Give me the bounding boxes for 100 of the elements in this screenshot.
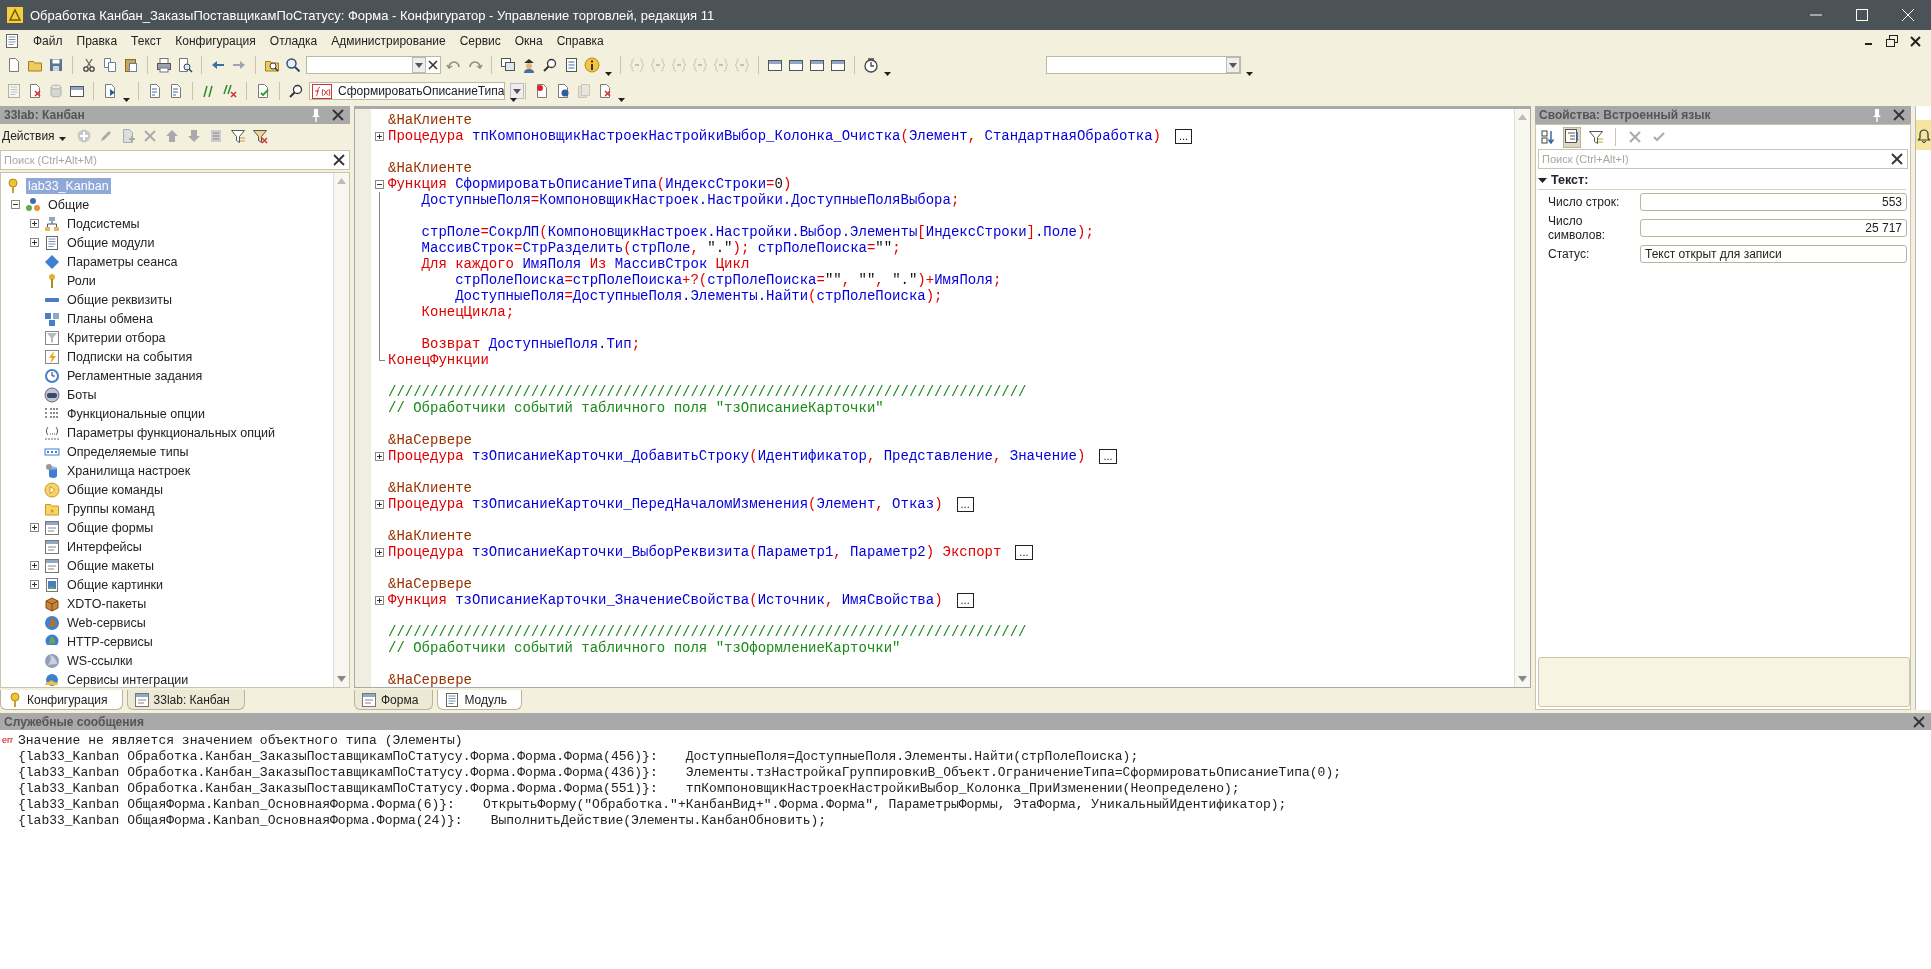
message-location[interactable]: {lab33_Kanban Обработка.Канбан_ЗаказыПоставщикамПоСтатусу.Форма.Форма.Форма(436)}:: [18, 764, 658, 780]
tree-item[interactable]: Хранилища настроек: [65, 462, 193, 479]
printer-icon[interactable]: [156, 57, 172, 73]
search-input[interactable]: Поиск (Ctrl+Alt+I): [1539, 153, 1889, 165]
filter-icon[interactable]: [229, 128, 246, 144]
table-icon[interactable]: [788, 57, 804, 73]
expand-icon[interactable]: [375, 499, 384, 509]
group-header[interactable]: Текст:: [1551, 173, 1589, 187]
collapsed-code-marker[interactable]: ...: [1099, 448, 1117, 464]
expand-icon[interactable]: [375, 131, 384, 141]
menu-item[interactable]: Правка: [69, 34, 125, 48]
magnifier-icon[interactable]: [288, 83, 304, 99]
tree-view-icon[interactable]: [1564, 127, 1580, 144]
close-icon[interactable]: [1889, 151, 1905, 167]
clear-icon[interactable]: [426, 58, 440, 72]
key-icon[interactable]: [7, 691, 23, 708]
close-icon[interactable]: [1911, 713, 1927, 730]
restore-button[interactable]: [1886, 35, 1898, 47]
stopwatch-icon[interactable]: [863, 57, 879, 73]
search-input[interactable]: Поиск (Ctrl+Alt+M): [1, 154, 331, 166]
scroll-down-icon[interactable]: [337, 676, 346, 682]
message-location[interactable]: {lab33_Kanban ОбщаяФорма.Kanban_ОсновнаяФорма.Форма(24)}:: [18, 812, 463, 828]
collapsed-code-marker[interactable]: ...: [1174, 128, 1193, 144]
close-icon[interactable]: [1902, 9, 1914, 21]
collapsed-code-marker[interactable]: ...: [1015, 544, 1033, 560]
collapse-icon[interactable]: [375, 179, 384, 189]
module-icon[interactable]: [4, 33, 20, 49]
person-icon[interactable]: [521, 57, 537, 73]
expand-icon[interactable]: [30, 561, 39, 570]
tab[interactable]: Форма: [354, 690, 434, 710]
dropdown-icon[interactable]: [412, 57, 426, 73]
tree-item[interactable]: Общие модули: [65, 234, 157, 251]
maximize-icon[interactable]: [1856, 9, 1868, 21]
tree-item[interactable]: WS-ссылки: [65, 652, 135, 669]
document-delete-icon[interactable]: [27, 83, 43, 99]
tree-item[interactable]: Группы команд: [65, 500, 157, 517]
dropdown-icon[interactable]: [1226, 57, 1240, 73]
scissors-icon[interactable]: [81, 57, 97, 73]
breakpoint-document-icon[interactable]: [534, 83, 550, 99]
tree-item[interactable]: Общие: [46, 196, 92, 213]
tree-item[interactable]: Интерфейсы: [65, 538, 144, 555]
table-icon[interactable]: [767, 57, 783, 73]
magnifier-icon[interactable]: [542, 57, 558, 73]
document-check-icon[interactable]: [255, 83, 271, 99]
caret-icon[interactable]: [123, 98, 130, 102]
message-location[interactable]: {lab33_Kanban Обработка.Канбан_ЗаказыПоставщикамПоСтатусу.Форма.Форма.Форма(551)}:: [18, 780, 658, 796]
menu-item[interactable]: Файл: [26, 34, 70, 48]
tab[interactable]: Модуль: [437, 690, 522, 710]
document-edit-icon[interactable]: [168, 83, 184, 99]
collapsed-code-marker[interactable]: ...: [956, 496, 974, 512]
combo-field[interactable]: [1046, 56, 1241, 74]
list-document-icon[interactable]: [563, 57, 579, 73]
message-location[interactable]: {lab33_Kanban Обработка.Канбан_ЗаказыПоставщикамПоСтатусу.Форма.Форма.Форма(456)}:: [18, 748, 658, 764]
tree-item[interactable]: Общие реквизиты: [65, 291, 174, 308]
search-field[interactable]: Поиск (Ctrl+Alt+I): [1538, 149, 1908, 169]
close-icon[interactable]: [331, 152, 347, 168]
tree-item[interactable]: HTTP-сервисы: [65, 633, 155, 650]
new-document-icon[interactable]: [6, 57, 22, 73]
document-question-icon[interactable]: [555, 83, 571, 99]
dropdown-icon[interactable]: [510, 83, 525, 99]
tree-item[interactable]: Подписки на события: [65, 348, 195, 365]
menu-item[interactable]: Окна: [507, 34, 550, 48]
expand-icon[interactable]: [375, 547, 384, 557]
property-value-field[interactable]: 25 717: [1640, 219, 1907, 237]
uncomment-icon[interactable]: [222, 83, 238, 99]
collapse-icon[interactable]: [1538, 175, 1547, 185]
caret-icon[interactable]: [1246, 72, 1253, 76]
tree-item[interactable]: Web-сервисы: [65, 614, 148, 631]
filter-icon[interactable]: [1588, 129, 1604, 145]
document-delete-icon[interactable]: [597, 83, 613, 99]
tree-item[interactable]: Регламентные задания: [65, 367, 205, 384]
function-icon[interactable]: [312, 83, 332, 99]
expand-icon[interactable]: [30, 523, 39, 532]
info-icon[interactable]: [584, 57, 600, 73]
search-field[interactable]: Поиск (Ctrl+Alt+M): [0, 150, 350, 170]
tree-item[interactable]: Роли: [65, 272, 98, 289]
tree-item[interactable]: Критерии отбора: [65, 329, 168, 346]
copy-icon[interactable]: [102, 57, 118, 73]
tree-item[interactable]: Общие картинки: [65, 576, 165, 593]
form-icon[interactable]: [361, 691, 377, 708]
menu-item[interactable]: Конфигурация: [168, 34, 263, 48]
collapsed-code-marker[interactable]: ...: [956, 592, 974, 608]
windows-icon[interactable]: [500, 57, 516, 73]
filter-clear-icon[interactable]: [251, 128, 268, 144]
tree-item[interactable]: Сервисы интеграции: [65, 671, 191, 688]
scrollbar[interactable]: [1514, 109, 1530, 687]
tree-item[interactable]: Планы обмена: [65, 310, 155, 327]
tree-item[interactable]: Определяемые типы: [65, 443, 191, 460]
menu-item[interactable]: Текст: [124, 34, 169, 48]
table-icon[interactable]: [69, 83, 85, 99]
tree-item[interactable]: Параметры функциональных опций: [65, 424, 278, 441]
search-icon[interactable]: [285, 57, 301, 73]
bell-icon[interactable]: [1915, 127, 1931, 143]
menu-item[interactable]: Справка: [549, 34, 611, 48]
paste-icon[interactable]: [123, 57, 139, 73]
expand-icon[interactable]: [30, 219, 39, 228]
expand-icon[interactable]: [375, 595, 384, 605]
scroll-down-icon[interactable]: [1518, 676, 1527, 682]
tree-item[interactable]: Функциональные опции: [65, 405, 208, 422]
tree-item[interactable]: Боты: [65, 386, 99, 403]
